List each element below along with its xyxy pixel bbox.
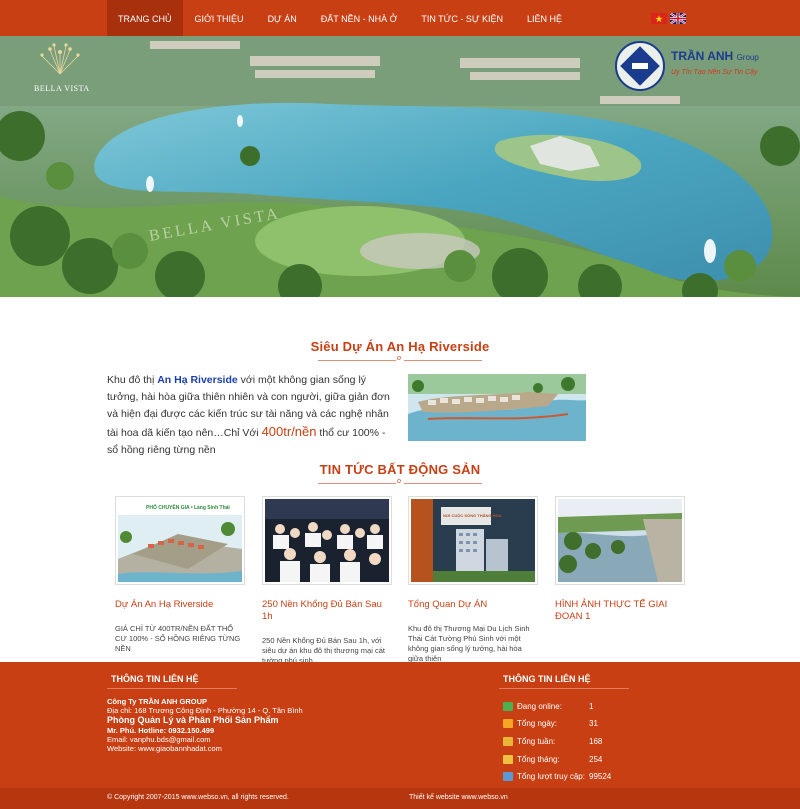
title-divider-ornament: o: [397, 478, 401, 485]
title-divider: [318, 360, 396, 361]
stat-value: 99524: [589, 772, 612, 781]
online-users-icon: [503, 702, 513, 711]
news-card: 250 Nền Khổng Đủ Bán Sau 1h 250 Nền Khổn…: [262, 496, 392, 666]
uk-flag-icon[interactable]: [670, 13, 686, 24]
footer-heading-underline: [499, 688, 629, 689]
stat-value: 254: [589, 755, 603, 764]
tran-anh-group-logo: TRẦN ANH Group Uy Tín Tạo Nên Sự Tin Cậy: [615, 41, 790, 91]
stat-value: 168: [589, 737, 603, 746]
top-navigation: TRANG CHỦ GIỚI THIỆU DỰ ÁN ĐẤT NỀN - NHÀ…: [0, 0, 800, 36]
news-card-image[interactable]: [555, 496, 685, 585]
footer-contact-info: Công Ty TRẦN ANH GROUP Địa chỉ: 168 Trươ…: [107, 697, 303, 753]
stat-label: Tổng lượt truy cập:: [517, 772, 585, 781]
news-card-image[interactable]: PHỐ CHUYÊN GIA • Làng Sinh Thái: [115, 496, 245, 585]
news-card-image-caption: PHỐ CHUYÊN GIA • Làng Sinh Thái: [146, 503, 230, 511]
bella-vista-logo: [40, 43, 80, 75]
project-link[interactable]: An Hạ Riverside: [157, 374, 238, 386]
news-card: NƠI CUỘC SỐNG THĂNG HOA Tổng Quan Dự ÁN …: [408, 496, 538, 664]
nav-item-news-events[interactable]: TIN TỨC - SỰ KIỆN: [409, 0, 515, 36]
tran-anh-emblem-icon: [615, 41, 665, 91]
news-card-image-caption: NƠI CUỘC SỐNG THĂNG HOA: [443, 513, 502, 518]
footer-website[interactable]: Website: www.giaobannhadat.com: [107, 744, 303, 753]
nav-menu: TRANG CHỦ GIỚI THIỆU DỰ ÁN ĐẤT NỀN - NHÀ…: [107, 0, 574, 36]
news-section-title: TIN TỨC BẤT ĐỘNG SẢN: [319, 462, 481, 477]
footer-heading-underline: [107, 688, 237, 689]
intro-section-title: Siêu Dự Án An Hạ Riverside: [310, 339, 490, 354]
news-card-description: Khu đô thị Thương Mại Du Lịch Sinh Thái …: [408, 624, 530, 663]
stat-value: 31: [589, 719, 598, 728]
visits-chart-icon: [503, 772, 513, 781]
stat-label: Tổng ngày:: [517, 719, 558, 728]
company-name: TRẦN ANH Group: [671, 49, 759, 63]
language-switcher: [651, 13, 686, 24]
news-card-title[interactable]: Dự Án An Hạ Riverside: [115, 599, 245, 611]
footer-hotline: Mr. Phú. Hotline: 0932.150.499: [107, 726, 215, 735]
calendar-week-icon: [503, 737, 513, 746]
footer-contact-heading: THÔNG TIN LIÊN HỆ: [111, 674, 199, 684]
footer-stats-heading: THÔNG TIN LIÊN HỆ: [503, 674, 591, 684]
title-divider: [404, 360, 482, 361]
news-card-image[interactable]: NƠI CUỘC SỐNG THĂNG HOA: [408, 496, 538, 585]
nav-item-home[interactable]: TRANG CHỦ: [107, 0, 183, 36]
copyright-bar: © Copyright 2007-2015 www.webso.vn, all …: [0, 788, 800, 809]
nav-item-land-housing[interactable]: ĐẤT NỀN - NHÀ Ở: [309, 0, 410, 36]
vietnam-flag-icon[interactable]: [651, 13, 667, 24]
news-card: HÌNH ẢNH THỰC TẾ GIAI ĐOẠN 1: [555, 496, 685, 636]
footer-address: Địa chỉ: 168 Trương Công Định - Phường 1…: [107, 706, 303, 715]
stat-label: Tổng tháng:: [517, 755, 560, 764]
nav-item-about[interactable]: GIỚI THIỆU: [183, 0, 256, 36]
news-card-title[interactable]: Tổng Quan Dự ÁN: [408, 599, 538, 611]
hero-banner: BELLA VISTA BELLA VISTA TRẦN ANH Group U…: [0, 36, 800, 297]
footer-company: Công Ty TRẦN ANH GROUP: [107, 697, 207, 706]
site-footer: THÔNG TIN LIÊN HỆ Công Ty TRẦN ANH GROUP…: [0, 662, 800, 788]
news-card: PHỐ CHUYÊN GIA • Làng Sinh Thái Dự Án An…: [115, 496, 245, 654]
nav-item-contact[interactable]: LIÊN HỆ: [515, 0, 574, 36]
stat-label: Đang online:: [517, 702, 562, 711]
design-credit-link[interactable]: Thiết kế website www.webso.vn: [409, 794, 508, 801]
footer-department: Phòng Quản Lý và Phân Phối Sản Phẩm: [107, 715, 279, 725]
intro-paragraph: Khu đô thị An Hạ Riverside với một không…: [107, 374, 390, 456]
stat-label: Tổng tuần:: [517, 737, 556, 746]
news-card-image[interactable]: [262, 496, 392, 585]
project-preview-image[interactable]: [408, 374, 586, 441]
copyright-text: © Copyright 2007-2015 www.webso.vn, all …: [107, 794, 289, 801]
footer-email[interactable]: Email: vanphu.bds@gmail.com: [107, 735, 303, 744]
nav-item-projects[interactable]: DỰ ÁN: [256, 0, 309, 36]
news-card-title[interactable]: HÌNH ẢNH THỰC TẾ GIAI ĐOẠN 1: [555, 599, 685, 623]
calendar-day-icon: [503, 719, 513, 728]
title-divider: [318, 483, 396, 484]
company-slogan: Uy Tín Tạo Nên Sự Tin Cậy: [671, 69, 758, 76]
price-highlight: 400tr/nền: [261, 424, 317, 439]
title-divider: [404, 483, 482, 484]
bella-vista-logo-text: BELLA VISTA: [34, 84, 90, 93]
news-card-description: GIÁ CHỈ TỪ 400TR/NỀN ĐẤT THỔ CƯ 100% - S…: [115, 624, 241, 653]
stat-value: 1: [589, 702, 594, 711]
title-divider-ornament: o: [397, 355, 401, 362]
news-card-title[interactable]: 250 Nền Khổng Đủ Bán Sau 1h: [262, 599, 392, 623]
calendar-month-icon: [503, 755, 513, 764]
